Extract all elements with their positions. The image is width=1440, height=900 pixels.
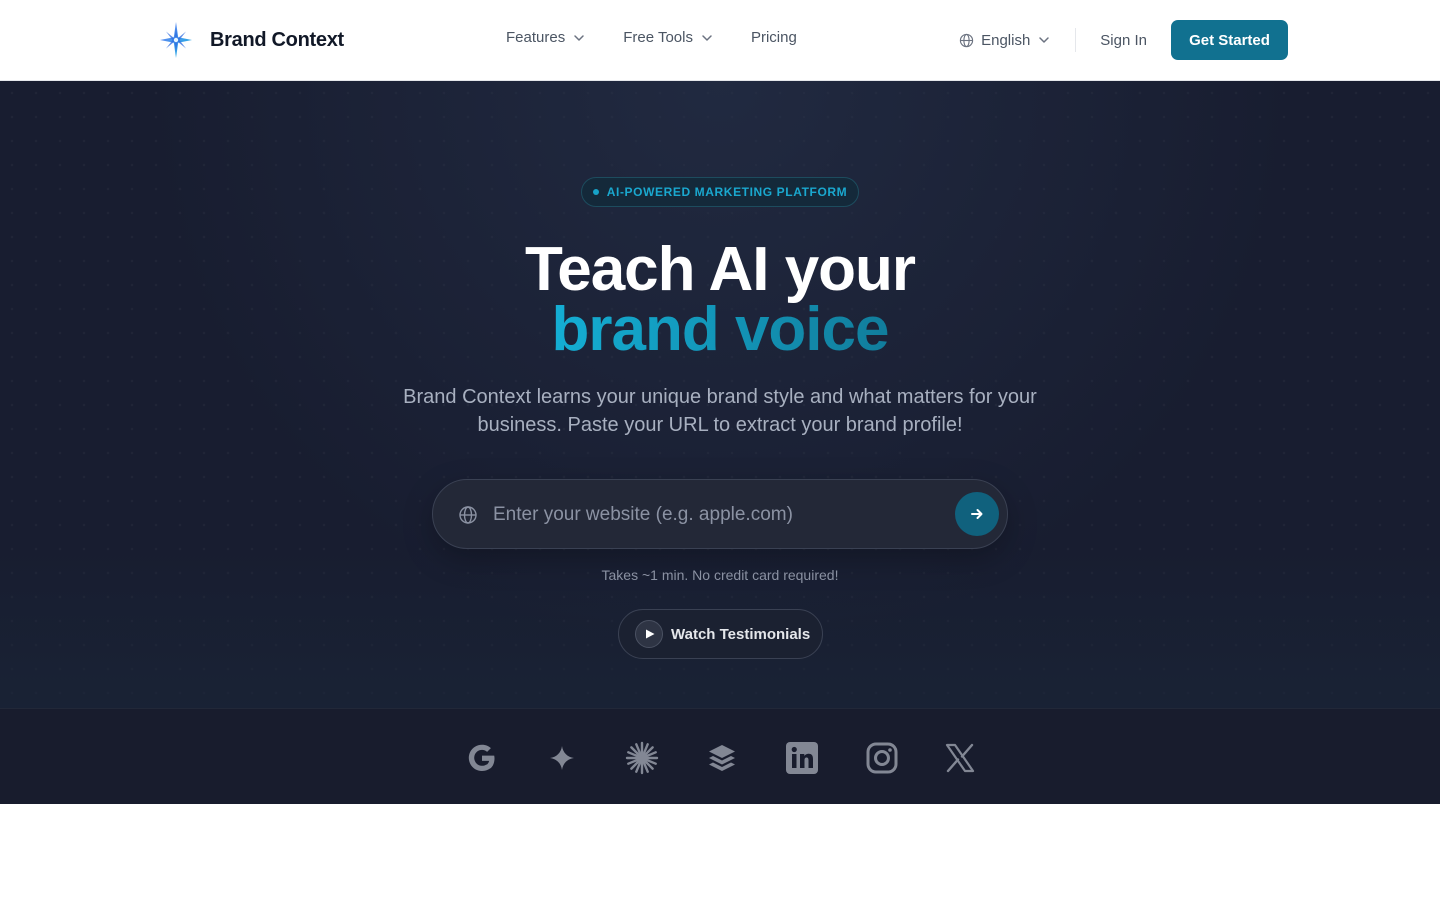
website-url-input[interactable] xyxy=(493,495,933,535)
brand-name: Brand Context xyxy=(210,28,344,51)
header-divider xyxy=(1075,28,1077,52)
sign-in-link[interactable]: Sign In xyxy=(1100,32,1147,49)
instagram-icon xyxy=(865,741,899,775)
nav-pricing-label: Pricing xyxy=(750,29,797,46)
gemini-sparkle-icon xyxy=(545,741,579,775)
badge-text: AI-POWERED MARKETING PLATFORM xyxy=(606,185,848,199)
x-icon xyxy=(943,741,977,775)
google-icon xyxy=(465,741,499,775)
play-icon xyxy=(646,629,655,639)
play-icon-wrap xyxy=(635,620,663,648)
badge-dot xyxy=(592,189,599,195)
linkedin-icon xyxy=(785,741,819,775)
chevron-down-icon xyxy=(1039,37,1050,43)
brand-logo-link[interactable]: Brand Context xyxy=(160,22,344,58)
claude-burst-icon xyxy=(625,741,659,775)
hero-title-highlight: brand voice xyxy=(551,295,890,364)
nav-pricing[interactable]: Pricing xyxy=(751,29,797,46)
get-started-button[interactable]: Get Started xyxy=(1171,20,1288,60)
website-search-bar xyxy=(432,479,1008,549)
integrations-strip xyxy=(0,708,1440,804)
globe-icon xyxy=(959,33,974,47)
hero-section: AI-POWERED MARKETING PLATFORM Teach AI y… xyxy=(0,81,1440,708)
hero-subtitle: Brand Context learns your unique brand s… xyxy=(403,386,1037,436)
submit-url-button[interactable] xyxy=(955,492,999,536)
hero-title-line2: brand voice xyxy=(0,298,1440,362)
chevron-down-icon xyxy=(702,34,712,41)
main-nav: Features Free Tools Pricing xyxy=(506,29,797,46)
buffer-stack-icon xyxy=(705,741,739,775)
globe-icon xyxy=(459,506,477,524)
platform-badge: AI-POWERED MARKETING PLATFORM xyxy=(581,177,859,207)
nav-free-tools-label: Free Tools xyxy=(623,29,693,46)
header-actions: English Sign In Get Started xyxy=(959,20,1288,60)
compass-star-icon xyxy=(160,22,192,58)
arrow-right-icon xyxy=(971,509,983,519)
nav-free-tools[interactable]: Free Tools xyxy=(623,29,714,46)
language-label: English xyxy=(981,31,1031,49)
language-selector[interactable]: English xyxy=(959,32,1051,49)
watch-testimonials-button[interactable]: Watch Testimonials xyxy=(618,609,823,659)
chevron-down-icon xyxy=(574,34,584,41)
nav-features-label: Features xyxy=(506,29,566,46)
nav-features[interactable]: Features xyxy=(506,29,586,46)
hero-title-line1: Teach AI your xyxy=(524,235,916,304)
no-credit-card-note: Takes ~1 min. No credit card required! xyxy=(601,567,839,583)
watch-testimonials-label: Watch Testimonials xyxy=(671,625,811,643)
site-header: Brand Context Features Free Tools Pricin… xyxy=(0,0,1440,81)
